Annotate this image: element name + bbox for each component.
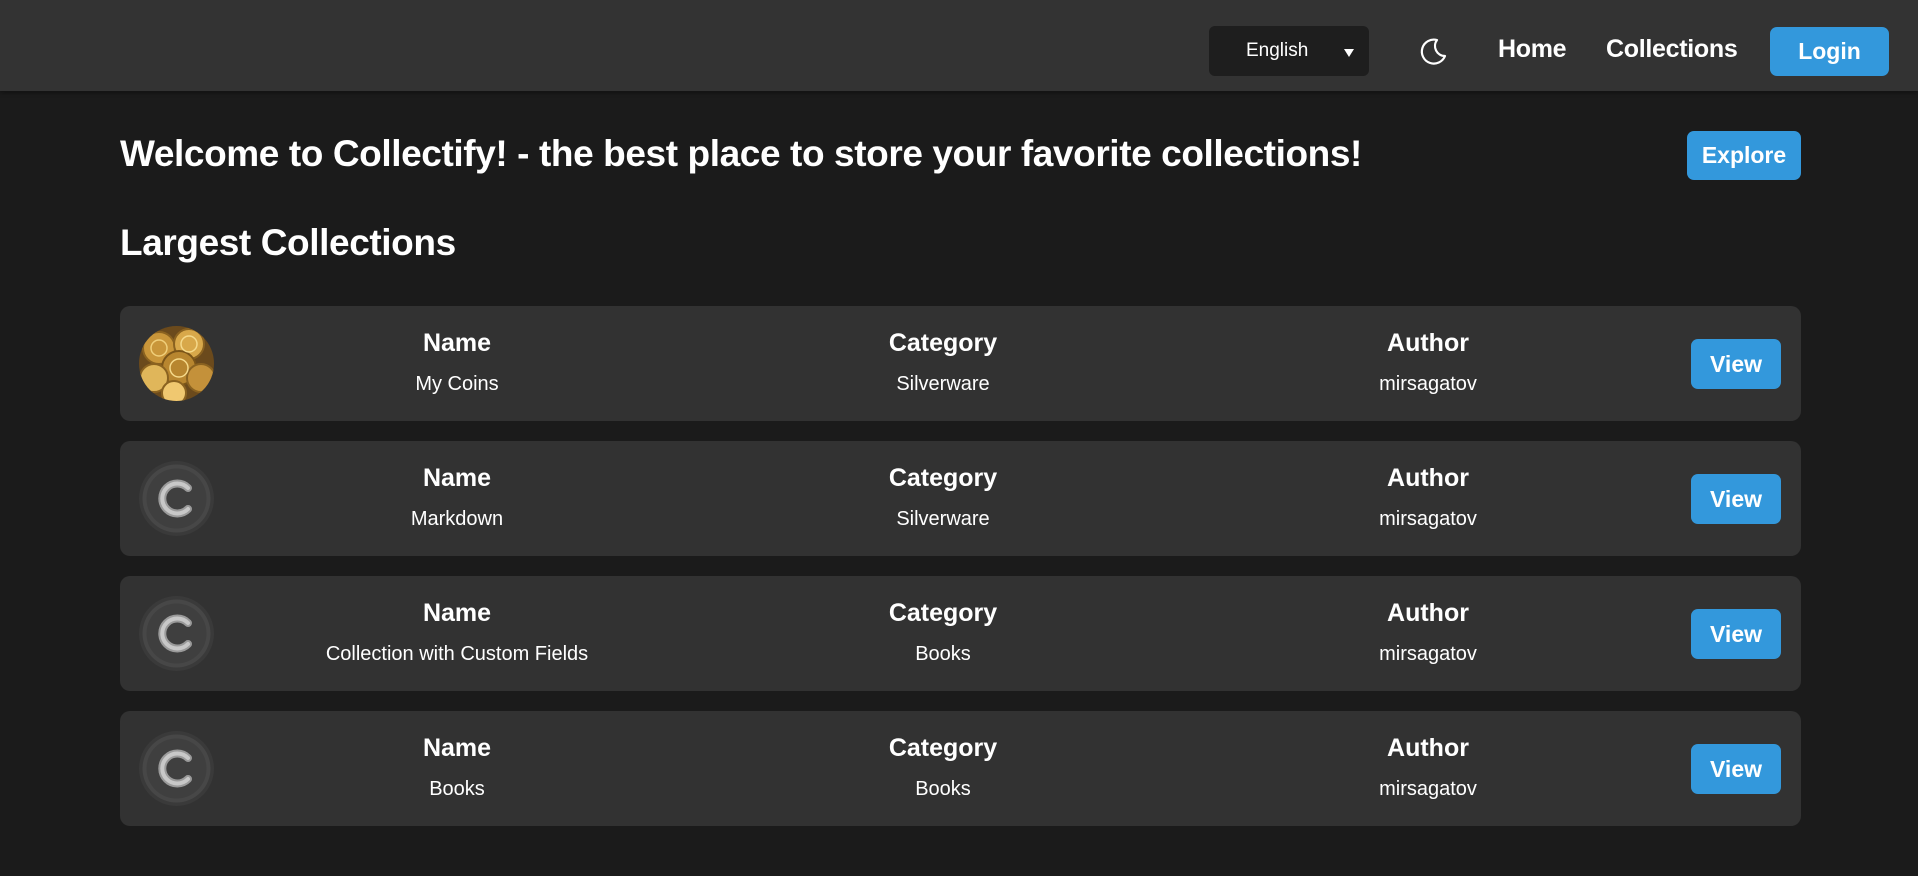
collection-card: Name My Coins Category Silverware Author…	[120, 306, 1801, 421]
collection-author-field: Author mirsagatov	[1278, 441, 1578, 556]
collection-author-field: Author mirsagatov	[1278, 576, 1578, 691]
language-select[interactable]: English	[1209, 26, 1369, 76]
collection-author-field: Author mirsagatov	[1278, 711, 1578, 826]
view-button[interactable]: View	[1691, 339, 1781, 389]
category-label: Category	[888, 599, 998, 627]
collection-name-field: Name My Coins	[307, 306, 607, 421]
collection-image-coins	[139, 326, 214, 401]
collection-placeholder-image	[139, 461, 214, 536]
explore-button[interactable]: Explore	[1687, 131, 1801, 180]
collection-author-field: Author mirsagatov	[1278, 306, 1578, 421]
category-label: Category	[888, 464, 998, 492]
collection-card: Name Markdown Category Silverware Author…	[120, 441, 1801, 556]
collection-category-field: Category Books	[793, 576, 1093, 691]
category-label: Category	[888, 734, 998, 762]
view-button[interactable]: View	[1691, 609, 1781, 659]
nav-link-collections[interactable]: Collections	[1606, 35, 1738, 64]
name-label: Name	[422, 599, 492, 627]
collection-author: mirsagatov	[1379, 508, 1477, 530]
collection-category-field: Category Silverware	[793, 306, 1093, 421]
author-label: Author	[1387, 599, 1469, 627]
collection-name: Books	[429, 778, 485, 800]
collection-name-field: Name Books	[307, 711, 607, 826]
top-navbar: English Home Collections Login	[0, 0, 1918, 91]
view-button[interactable]: View	[1691, 474, 1781, 524]
author-label: Author	[1387, 734, 1469, 762]
collection-placeholder-image	[139, 596, 214, 671]
collection-name: Collection with Custom Fields	[325, 643, 589, 665]
moon-icon[interactable]	[1418, 35, 1450, 67]
caret-down-icon	[1343, 43, 1355, 65]
collection-author: mirsagatov	[1379, 643, 1477, 665]
language-select-value: English	[1246, 40, 1309, 61]
view-button[interactable]: View	[1691, 744, 1781, 794]
collection-placeholder-image	[139, 731, 214, 806]
collection-author: mirsagatov	[1379, 373, 1477, 395]
collections-list: Name My Coins Category Silverware Author…	[120, 306, 1801, 846]
collection-card: Name Collection with Custom Fields Categ…	[120, 576, 1801, 691]
collection-name: Markdown	[410, 508, 504, 530]
category-label: Category	[888, 329, 998, 357]
collection-name: My Coins	[415, 373, 499, 395]
collection-category: Silverware	[896, 508, 990, 530]
welcome-heading: Welcome to Collectify! - the best place …	[120, 133, 1362, 174]
collection-category: Books	[915, 643, 971, 665]
name-label: Name	[422, 464, 492, 492]
collection-category: Silverware	[896, 373, 990, 395]
collection-name-field: Name Collection with Custom Fields	[307, 576, 607, 691]
collection-card: Name Books Category Books Author mirsaga…	[120, 711, 1801, 826]
name-label: Name	[422, 734, 492, 762]
largest-collections-title: Largest Collections	[120, 222, 456, 263]
login-button[interactable]: Login	[1770, 27, 1889, 76]
collection-category-field: Category Silverware	[793, 441, 1093, 556]
collection-category-field: Category Books	[793, 711, 1093, 826]
author-label: Author	[1387, 464, 1469, 492]
name-label: Name	[422, 329, 492, 357]
author-label: Author	[1387, 329, 1469, 357]
collection-category: Books	[915, 778, 971, 800]
collection-name-field: Name Markdown	[307, 441, 607, 556]
nav-link-home[interactable]: Home	[1498, 35, 1567, 64]
collection-author: mirsagatov	[1379, 778, 1477, 800]
